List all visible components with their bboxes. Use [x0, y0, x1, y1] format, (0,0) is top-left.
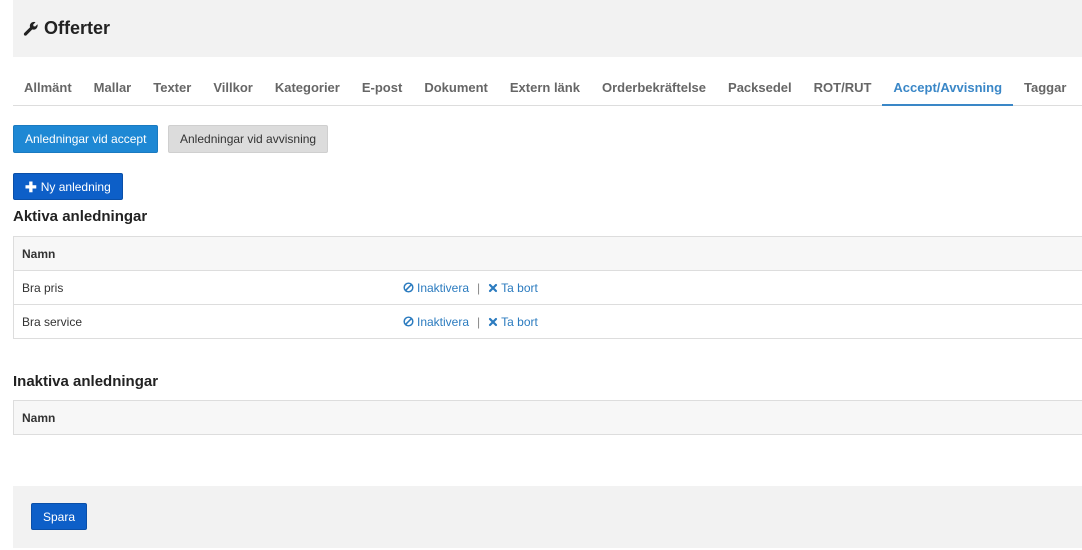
tab-mallar[interactable]: Mallar: [83, 70, 143, 105]
delete-label: Ta bort: [501, 314, 538, 329]
row-actions: Inaktivera | Ta bort: [403, 315, 538, 329]
tab-e-post[interactable]: E-post: [351, 70, 413, 105]
reason-name: Bra service: [22, 314, 83, 329]
accept-reasons-button[interactable]: Anledningar vid accept: [13, 125, 159, 153]
ban-icon: [403, 316, 414, 327]
new-reason-button[interactable]: ✚ Ny anledning: [13, 173, 123, 200]
wrench-icon: [23, 21, 39, 37]
separator: |: [477, 314, 481, 329]
tab-extern-lank[interactable]: Extern länk: [499, 70, 591, 105]
tab-accept-avvisning[interactable]: Accept/Avvisning: [882, 70, 1014, 106]
row-actions: Inaktivera | Ta bort: [403, 281, 538, 295]
save-button[interactable]: Spara: [31, 503, 88, 530]
inactive-reasons-table: Namn: [13, 400, 1082, 435]
delete-label: Ta bort: [501, 280, 538, 295]
tab-villkor[interactable]: Villkor: [202, 70, 264, 105]
deactivate-link[interactable]: Inaktivera: [403, 281, 469, 295]
deactivate-label: Inaktivera: [417, 314, 470, 329]
table-row: Bra pris Inaktivera | Ta bort: [14, 270, 1082, 304]
tab-orderbekraftelse[interactable]: Orderbekräftelse: [591, 70, 717, 105]
close-icon: [489, 283, 498, 292]
separator: |: [477, 280, 481, 295]
tab-texter[interactable]: Texter: [142, 70, 202, 105]
ban-icon: [403, 282, 414, 293]
tab-allmant[interactable]: Allmänt: [13, 70, 83, 105]
active-reasons-table: Namn Bra pris Inaktivera | Ta bort Bra s…: [13, 236, 1082, 339]
tab-packsedel[interactable]: Packsedel: [717, 70, 803, 105]
column-header-name: Namn: [22, 410, 56, 425]
tab-kategorier[interactable]: Kategorier: [264, 70, 351, 105]
active-reasons-title: Aktiva anledningar: [13, 208, 148, 225]
delete-link[interactable]: Ta bort: [488, 281, 538, 295]
plus-icon: ✚: [25, 178, 37, 195]
close-icon: [489, 317, 498, 326]
tab-taggar[interactable]: Taggar: [1013, 70, 1077, 105]
tab-bar: Allmänt Mallar Texter Villkor Kategorier…: [13, 70, 1082, 106]
delete-link[interactable]: Ta bort: [488, 315, 538, 329]
tab-rot-rut[interactable]: ROT/RUT: [803, 70, 883, 105]
deactivate-link[interactable]: Inaktivera: [403, 315, 469, 329]
inactive-reasons-title: Inaktiva anledningar: [13, 373, 159, 390]
column-header-name: Namn: [22, 246, 56, 261]
page-header: Offerter: [13, 0, 1082, 57]
new-reason-label: Ny anledning: [40, 179, 111, 194]
deactivate-label: Inaktivera: [417, 280, 470, 295]
table-row: Bra service Inaktivera | Ta bort: [14, 304, 1082, 338]
table-header: Namn: [14, 237, 1082, 270]
tab-dokument[interactable]: Dokument: [413, 70, 499, 105]
reject-reasons-button[interactable]: Anledningar vid avvisning: [168, 125, 329, 153]
table-header: Namn: [14, 401, 1082, 434]
page-title: Offerter: [44, 18, 111, 38]
reason-name: Bra pris: [22, 280, 64, 295]
footer-bar: [13, 486, 1082, 548]
